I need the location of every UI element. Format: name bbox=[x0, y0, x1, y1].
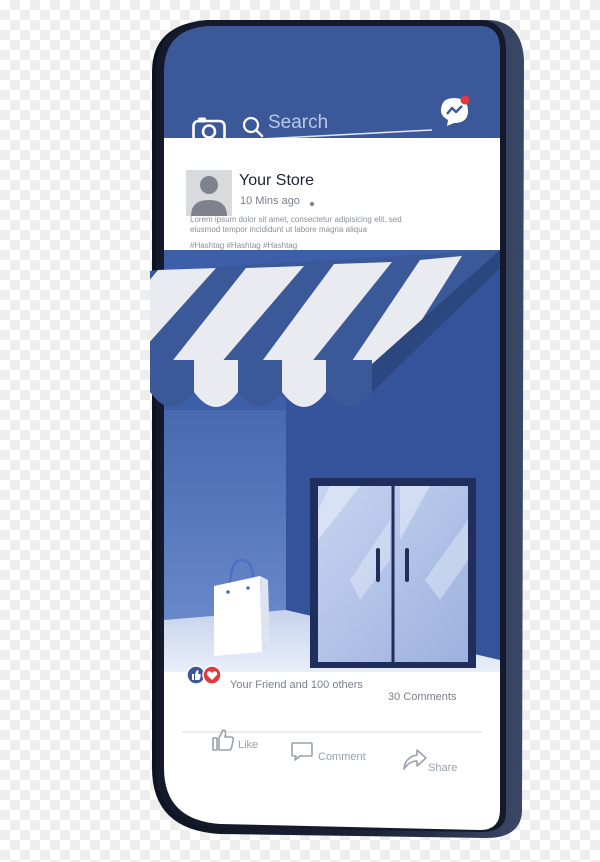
post-author[interactable]: Your Store bbox=[239, 172, 314, 190]
avatar[interactable] bbox=[186, 170, 232, 216]
love-reaction-icon bbox=[202, 665, 222, 685]
notification-dot bbox=[460, 95, 470, 105]
like-label: Like bbox=[238, 739, 259, 751]
post-hashtags[interactable]: #Hashtag #Hashtag #Hashtag bbox=[190, 241, 297, 250]
share-label: Share bbox=[428, 762, 458, 774]
phone-mockup: Search Your Store 10 Mins ago Lorem ipsu… bbox=[150, 20, 530, 840]
comments-count[interactable]: 30 Comments bbox=[388, 691, 456, 703]
comment-icon bbox=[291, 742, 313, 761]
share-icon bbox=[403, 749, 427, 770]
post-time: 10 Mins ago bbox=[240, 195, 300, 207]
comment-button[interactable]: Comment bbox=[290, 740, 400, 774]
thumbs-up-icon bbox=[212, 729, 235, 751]
comment-label: Comment bbox=[318, 751, 366, 763]
share-button[interactable]: Share bbox=[402, 747, 492, 781]
post-body-line1: Lorem ipsum dolor sit amet, consectetur … bbox=[190, 215, 402, 224]
search-input[interactable]: Search bbox=[268, 112, 328, 134]
camera-icon[interactable] bbox=[192, 116, 226, 144]
reactions-summary[interactable]: Your Friend and 100 others bbox=[230, 679, 363, 691]
messenger-icon[interactable] bbox=[438, 94, 472, 128]
search-icon bbox=[242, 116, 264, 138]
post-body-line2: eiusmod tempor incididunt ut labore magn… bbox=[190, 225, 367, 234]
